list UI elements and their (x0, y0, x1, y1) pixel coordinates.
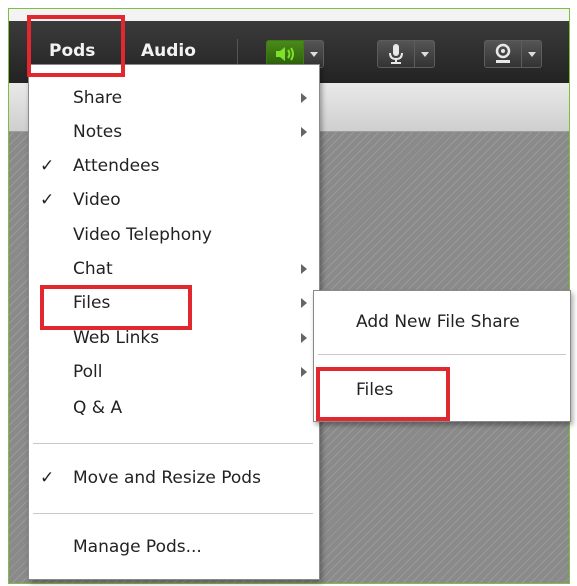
webcam-icon (495, 43, 511, 63)
menu-item-share[interactable]: Share (29, 81, 319, 115)
speaker-icon (276, 47, 294, 61)
files-submenu: Add New File Share Files (313, 290, 571, 422)
menu-item-label: Notes (73, 122, 123, 142)
menu-item-label: Web Links (73, 328, 160, 348)
submenu-arrow-icon (301, 264, 307, 274)
menu-item-notes[interactable]: Notes (29, 115, 319, 149)
menu-item-label: Poll (73, 362, 103, 382)
menu-item-attendees[interactable]: ✓ Attendees (29, 149, 319, 183)
menu-item-label: Move and Resize Pods (73, 468, 261, 488)
menu-item-label: Q & A (73, 398, 123, 418)
pods-dropdown-menu: Share Notes ✓ Attendees ✓ Video Video Te… (28, 64, 320, 580)
pods-menu-button[interactable]: Pods (49, 41, 95, 61)
submenu-arrow-icon (301, 333, 307, 343)
submenu-item-files[interactable]: Files (314, 373, 570, 407)
microphone-icon (389, 44, 403, 64)
submenu-divider (318, 354, 566, 355)
submenu-arrow-icon (301, 93, 307, 103)
submenu-item-label: Files (356, 380, 394, 400)
menu-item-manage-pods[interactable]: Manage Pods... (29, 530, 319, 564)
menu-item-video-telephony[interactable]: Video Telephony (29, 218, 319, 252)
menu-item-chat[interactable]: Chat (29, 252, 319, 286)
submenu-item-add-new-file-share[interactable]: Add New File Share (314, 305, 570, 339)
submenu-arrow-icon (301, 127, 307, 137)
checkmark-icon: ✓ (40, 156, 55, 176)
webcam-dropdown-button[interactable] (522, 40, 542, 68)
menu-item-move-and-resize-pods[interactable]: ✓ Move and Resize Pods (29, 461, 319, 495)
menu-item-label: Video Telephony (73, 225, 212, 245)
menu-item-label: Files (73, 293, 111, 313)
menu-item-web-links[interactable]: Web Links (29, 321, 319, 355)
checkmark-icon: ✓ (40, 468, 55, 488)
chevron-down-icon (527, 51, 536, 57)
microphone-dropdown-button[interactable] (415, 40, 435, 68)
title-strip (9, 9, 569, 21)
menu-item-label: Attendees (73, 156, 160, 176)
submenu-arrow-icon (301, 367, 307, 377)
menu-divider (33, 513, 313, 514)
audio-menu-button[interactable]: Audio (141, 41, 196, 61)
menu-item-label: Manage Pods... (73, 537, 202, 557)
submenu-arrow-icon (301, 298, 307, 308)
webcam-control (484, 39, 542, 69)
chevron-down-icon (420, 51, 429, 57)
menu-item-files[interactable]: Files (29, 286, 319, 320)
menu-item-label: Share (73, 88, 123, 108)
chevron-down-icon (309, 51, 318, 57)
menu-item-label: Chat (73, 259, 113, 279)
microphone-control (377, 39, 435, 69)
menu-item-video[interactable]: ✓ Video (29, 183, 319, 217)
checkmark-icon: ✓ (40, 190, 55, 210)
menu-item-label: Video (73, 190, 121, 210)
menu-item-poll[interactable]: Poll (29, 355, 319, 389)
microphone-button[interactable] (377, 40, 415, 68)
webcam-button[interactable] (484, 40, 522, 68)
menu-item-q-and-a[interactable]: Q & A (29, 391, 319, 425)
menu-divider (33, 443, 313, 444)
submenu-item-label: Add New File Share (356, 312, 520, 332)
